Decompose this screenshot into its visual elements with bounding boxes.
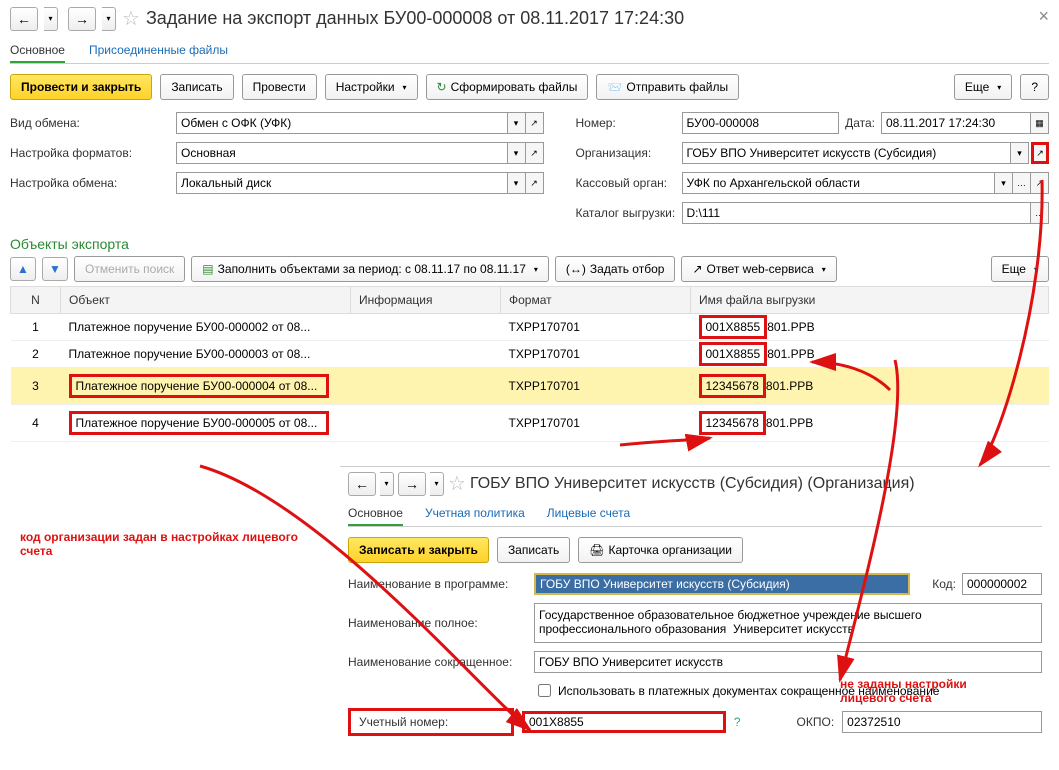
table-row[interactable]: 1 Платежное поручение БУ00-000002 от 08.… [11, 314, 1049, 341]
col-object[interactable]: Объект [61, 287, 351, 314]
tab-files[interactable]: Присоединенные файлы [89, 39, 228, 63]
table-row[interactable]: 4 Платежное поручение БУ00-000005 от 08.… [11, 405, 1049, 442]
catalog-field[interactable]: … [682, 202, 1050, 224]
forward-history-dropdown[interactable]: ▾ [102, 7, 116, 31]
exchange-type-label: Вид обмена: [10, 116, 170, 130]
help-button[interactable]: ? [1020, 74, 1049, 100]
cancel-search-button[interactable]: Отменить поиск [74, 256, 185, 282]
sub-card-label: Карточка организации [608, 543, 732, 557]
name-prog-label: Наименование в программе: [348, 577, 528, 591]
sub-save-close-button[interactable]: Записать и закрыть [348, 537, 489, 563]
help-icon[interactable]: ? [734, 715, 741, 729]
org-label: Организация: [576, 146, 676, 160]
col-format[interactable]: Формат [501, 287, 691, 314]
code-label: Код: [916, 577, 956, 591]
exchange-type-field[interactable]: ▾↗ [176, 112, 544, 134]
fill-period-button[interactable]: ▤ Заполнить объектами за период: с 08.11.… [191, 256, 549, 282]
name-short-input[interactable] [534, 651, 1042, 673]
send-icon: 📨 [607, 80, 622, 94]
org-field[interactable]: ▾↗ [682, 142, 1050, 164]
format-settings-label: Настройка форматов: [10, 146, 170, 160]
objects-table: N Объект Информация Формат Имя файла выг… [10, 286, 1049, 442]
sub-tab-policy[interactable]: Учетная политика [425, 502, 525, 526]
sub-tab-main[interactable]: Основное [348, 502, 403, 526]
col-n[interactable]: N [11, 287, 61, 314]
format-settings-field[interactable]: ▾↗ [176, 142, 544, 164]
set-filter-label: Задать отбор [590, 262, 665, 276]
objects-more-button[interactable]: Еще▾ [991, 256, 1049, 282]
objects-title: Объекты экспорта [10, 236, 1049, 252]
sub-forward-button[interactable]: → [398, 472, 426, 496]
calendar-button[interactable]: ▦ [1031, 112, 1049, 134]
forward-button[interactable]: → [68, 7, 96, 31]
sub-forward-dropdown[interactable]: ▾ [430, 472, 444, 496]
exchange-settings-label: Настройка обмена: [10, 176, 170, 190]
code-input[interactable] [962, 573, 1042, 595]
name-prog-input[interactable] [534, 573, 910, 595]
sub-back-button[interactable]: ← [348, 472, 376, 496]
okpo-label: ОКПО: [797, 715, 835, 729]
exchange-settings-field[interactable]: ▾↗ [176, 172, 544, 194]
page-title: Задание на экспорт данных БУ00-000008 от… [146, 8, 684, 29]
sub-tab-accounts[interactable]: Лицевые счета [547, 502, 630, 526]
move-down-button[interactable]: ▼ [42, 257, 68, 281]
sub-favorite-star-icon[interactable]: ☆ [448, 471, 466, 496]
name-full-label: Наименование полное: [348, 616, 528, 630]
open-org-button[interactable]: ↗ [1031, 142, 1049, 164]
back-history-dropdown[interactable]: ▾ [44, 7, 58, 31]
col-info[interactable]: Информация [351, 287, 501, 314]
refresh-icon: ↻ [437, 80, 447, 94]
sub-save-button[interactable]: Записать [497, 537, 570, 563]
table-row[interactable]: 3 Платежное поручение БУ00-000004 от 08.… [11, 368, 1049, 405]
post-button[interactable]: Провести [242, 74, 317, 100]
sub-back-dropdown[interactable]: ▾ [380, 472, 394, 496]
set-filter-button[interactable]: (↔) Задать отбор [555, 256, 676, 282]
number-label: Номер: [576, 116, 676, 130]
name-short-label: Наименование сокращенное: [348, 655, 528, 669]
post-and-close-button[interactable]: Провести и закрыть [10, 74, 152, 100]
back-button[interactable]: ← [10, 7, 38, 31]
send-files-label: Отправить файлы [626, 80, 728, 94]
catalog-label: Каталог выгрузки: [576, 206, 676, 220]
settings-label: Настройки [336, 80, 395, 94]
number-input[interactable] [682, 112, 840, 134]
form-files-label: Сформировать файлы [451, 80, 578, 94]
web-answer-label: Ответ web-сервиса [707, 262, 814, 276]
acct-label: Учетный номер: [348, 708, 514, 736]
form-files-button[interactable]: ↻ Сформировать файлы [426, 74, 589, 100]
date-label: Дата: [845, 116, 875, 130]
table-row[interactable]: 2 Платежное поручение БУ00-000003 от 08.… [11, 341, 1049, 368]
filter-icon: (↔) [566, 262, 586, 276]
sub-title: ГОБУ ВПО Университет искусств (Субсидия)… [470, 475, 915, 493]
kass-label: Кассовый орган: [576, 176, 676, 190]
settings-button[interactable]: Настройки ▾ [325, 74, 418, 100]
annotation-left: код организации задан в настройках лицев… [20, 530, 330, 558]
close-button[interactable]: × [1038, 6, 1049, 27]
tab-main[interactable]: Основное [10, 39, 65, 63]
save-button[interactable]: Записать [160, 74, 233, 100]
web-answer-button[interactable]: ↗Ответ web-сервиса▾ [681, 256, 836, 282]
fill-period-label: Заполнить объектами за период: с 08.11.1… [218, 262, 526, 276]
chevron-down-icon: ▾ [997, 83, 1001, 92]
sub-card-button[interactable]: 🖨 Карточка организации [578, 537, 743, 563]
send-files-button[interactable]: 📨 Отправить файлы [596, 74, 739, 100]
move-up-button[interactable]: ▲ [10, 257, 36, 281]
name-full-input[interactable] [534, 603, 1042, 643]
print-icon: 🖨 [589, 543, 604, 557]
kass-field[interactable]: ▾…↗ [682, 172, 1050, 194]
more-button[interactable]: Еще ▾ [954, 74, 1012, 100]
col-filename[interactable]: Имя файла выгрузки [691, 287, 1049, 314]
table-icon: ▤ [202, 262, 213, 276]
annotation-right: не заданы настройки лицевого счета [840, 677, 1020, 705]
chevron-down-icon: ▾ [403, 83, 407, 92]
okpo-input[interactable] [842, 711, 1042, 733]
favorite-star-icon[interactable]: ☆ [122, 6, 140, 31]
date-input[interactable] [881, 112, 1031, 134]
open-icon: ↗ [692, 262, 702, 276]
acct-input[interactable] [522, 711, 726, 733]
more-label: Еще [965, 80, 989, 94]
more-label: Еще [1002, 262, 1026, 276]
